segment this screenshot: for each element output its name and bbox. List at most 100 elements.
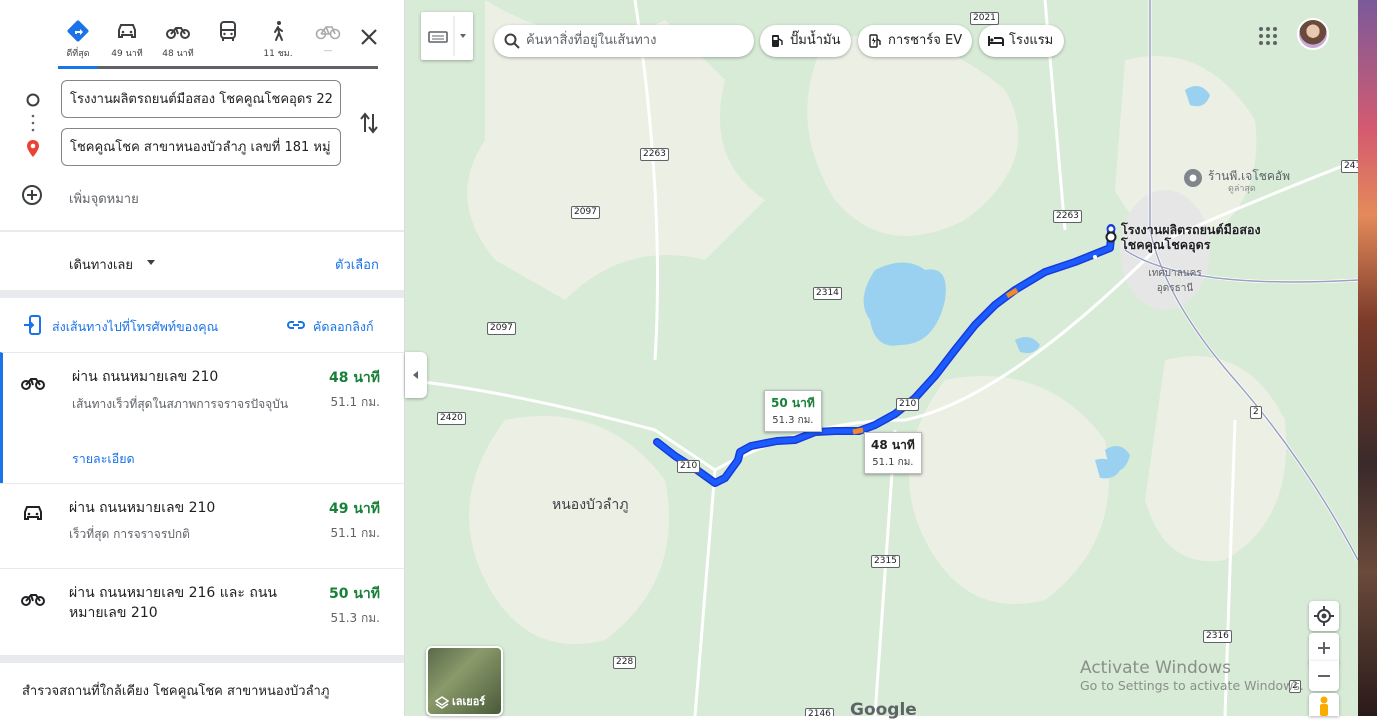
alt-route-distance: 51.3 กม.: [772, 415, 814, 426]
mode-car[interactable]: 49 นาที: [107, 18, 147, 68]
mode-label: —: [323, 46, 333, 56]
main-route-distance: 51.1 กม.: [872, 457, 914, 468]
road-shield: 2: [1250, 406, 1262, 419]
road-shield: 2315: [871, 555, 900, 568]
chip-label: ปั๊มน้ำมัน: [790, 33, 841, 48]
poi-sublabel: ดูล่าสุด: [1228, 184, 1256, 194]
ev-charging-icon: [869, 34, 881, 48]
road-shield: 2263: [1053, 210, 1082, 223]
apps-grid-icon[interactable]: [1258, 26, 1278, 46]
mode-label: 48 นาที: [162, 49, 194, 59]
copy-link[interactable]: คัดลอกลิงก์: [285, 314, 374, 336]
car-icon: [118, 24, 136, 38]
destination-input[interactable]: โชคคูณโชค สาขาหนองบัวลำภู เลขที่ 181 หมู…: [61, 128, 341, 166]
explore-nearby[interactable]: สำรวจสถานที่ใกล้เคียง โชคคูณโชค สาขาหนอง…: [22, 680, 329, 701]
plus-icon: [1318, 642, 1330, 654]
route-distance: 51.1 กม.: [330, 526, 380, 540]
add-circle-icon: [22, 185, 42, 205]
mode-walk[interactable]: 11 ชม.: [258, 18, 298, 68]
bicycle-icon: [315, 26, 341, 40]
road-shield: 2097: [571, 206, 600, 219]
chip-label: การชาร์จ EV: [888, 33, 963, 48]
route-option[interactable]: ผ่าน ถนนหมายเลข 216 และ ถนนหมายเลข 210 5…: [0, 568, 404, 655]
chip-gas[interactable]: ปั๊มน้ำมัน: [760, 25, 851, 57]
road-shield: 228: [613, 656, 637, 669]
road-shield: 210: [677, 460, 701, 473]
zoom-in-button[interactable]: [1309, 633, 1339, 663]
send-label: ส่งเส้นทางไปที่โทรศัพท์ของคุณ: [52, 319, 219, 334]
route-via: ผ่าน ถนนหมายเลข 210: [72, 369, 219, 385]
mode-bar-track: [58, 66, 378, 69]
directions-icon: [67, 20, 89, 42]
keyboard-icon: [428, 16, 466, 56]
watermark-line2: Go to Settings to activate Windows.: [1080, 678, 1304, 693]
route-time: 49 นาที: [328, 501, 380, 517]
copy-label: คัดลอกลิงก์: [313, 319, 374, 334]
bus-icon: [220, 21, 236, 41]
origin-map-label: โรงงานผลิตรถยนต์มือสอง โชคคูณโชคอุดร: [1121, 222, 1261, 252]
divider: [0, 230, 404, 232]
layers-label: เลเยอร์: [452, 695, 486, 708]
dots-icon: [31, 114, 35, 132]
town-label: หนองบัวลำภู: [552, 497, 629, 513]
route-time: 48 นาที: [328, 370, 380, 386]
search-icon: [504, 33, 520, 49]
travel-mode-bar: ดีที่สุด 49 นาที 48 นาที 11 ชม. —: [0, 0, 404, 70]
watermark-line1: Activate Windows: [1080, 658, 1231, 678]
motorcycle-icon: [166, 27, 190, 39]
main-route-callout[interactable]: 48 นาที 51.1 กม.: [864, 432, 922, 474]
map-graphics: [405, 0, 1358, 716]
walk-icon: [274, 21, 283, 41]
search-placeholder: ค้นหาสิ่งที่อยู่ในเส้นทาง: [526, 33, 657, 48]
close-icon[interactable]: [358, 26, 380, 48]
origin-input[interactable]: โรงงานผลิตรถยนต์มือสอง โชคคูณโชคอุดร 22: [61, 80, 341, 118]
pegman-button[interactable]: [1309, 693, 1339, 716]
mode-transit[interactable]: [208, 18, 248, 68]
alt-route-callout[interactable]: 50 นาที 51.3 กม.: [764, 390, 822, 432]
mode-label: ดีที่สุด: [66, 49, 90, 59]
zoom-out-button[interactable]: [1309, 661, 1339, 691]
gas-station-icon: [772, 35, 783, 47]
route-option[interactable]: ผ่าน ถนนหมายเลข 210 เส้นทางเร็วที่สุดในส…: [0, 352, 404, 483]
mode-active-indicator: [58, 66, 98, 69]
desktop-background: [1358, 0, 1377, 716]
road-shield: 2410: [1341, 160, 1358, 173]
chevron-left-icon: [413, 371, 418, 379]
route-option[interactable]: ผ่าน ถนนหมายเลข 210 เร็วที่สุด การจราจรป…: [0, 483, 404, 568]
swap-icon[interactable]: [358, 110, 380, 136]
chip-hotel[interactable]: โรงแรม: [979, 25, 1064, 57]
mode-bicycle[interactable]: —: [308, 18, 348, 68]
route-via: ผ่าน ถนนหมายเลข 210: [69, 500, 216, 516]
divider: [0, 655, 404, 663]
options-link[interactable]: ตัวเลือก: [335, 254, 379, 275]
send-to-phone-link[interactable]: ส่งเส้นทางไปที่โทรศัพท์ของคุณ: [22, 314, 218, 336]
avatar[interactable]: [1297, 18, 1329, 50]
add-destination[interactable]: เพิ่มจุดหมาย: [20, 183, 320, 209]
my-location-button[interactable]: [1309, 601, 1339, 631]
road-shield: 2420: [437, 412, 466, 425]
route-desc: เส้นทางเร็วที่สุดในสภาพการจราจรปัจจุบัน: [72, 397, 289, 411]
depart-label: เดินทางเลย: [69, 258, 134, 273]
input-tools-button[interactable]: [421, 12, 473, 60]
collapse-panel-button[interactable]: [405, 352, 427, 398]
motorcycle-icon: [21, 378, 45, 390]
motorcycle-icon: [21, 594, 45, 606]
alt-route-time: 50 นาที: [771, 396, 815, 410]
depart-now-dropdown[interactable]: เดินทางเลย: [69, 254, 161, 275]
route-via: ผ่าน ถนนหมายเลข 216 และ ถนนหมายเลข 210: [69, 585, 277, 621]
chip-label: โรงแรม: [1009, 33, 1054, 48]
mode-label: 49 นาที: [111, 49, 143, 59]
destination-pin-icon: [27, 140, 39, 157]
map-canvas[interactable]: 2021226320972314209724202102102263241022…: [405, 0, 1358, 716]
details-link[interactable]: รายละเอียด: [72, 449, 135, 469]
mode-best[interactable]: ดีที่สุด: [58, 18, 98, 68]
pegman-icon: [1320, 696, 1328, 716]
layers-button[interactable]: เลเยอร์: [426, 646, 503, 716]
chip-ev[interactable]: การชาร์จ EV: [858, 25, 972, 57]
road-shield: 2097: [487, 322, 516, 335]
origin-circle-icon: [26, 93, 40, 107]
search-along-route[interactable]: ค้นหาสิ่งที่อยู่ในเส้นทาง: [494, 25, 754, 57]
location-target-icon: [1314, 606, 1334, 626]
mode-motorcycle[interactable]: 48 นาที: [158, 18, 198, 68]
road-shield: 2316: [1203, 630, 1232, 643]
